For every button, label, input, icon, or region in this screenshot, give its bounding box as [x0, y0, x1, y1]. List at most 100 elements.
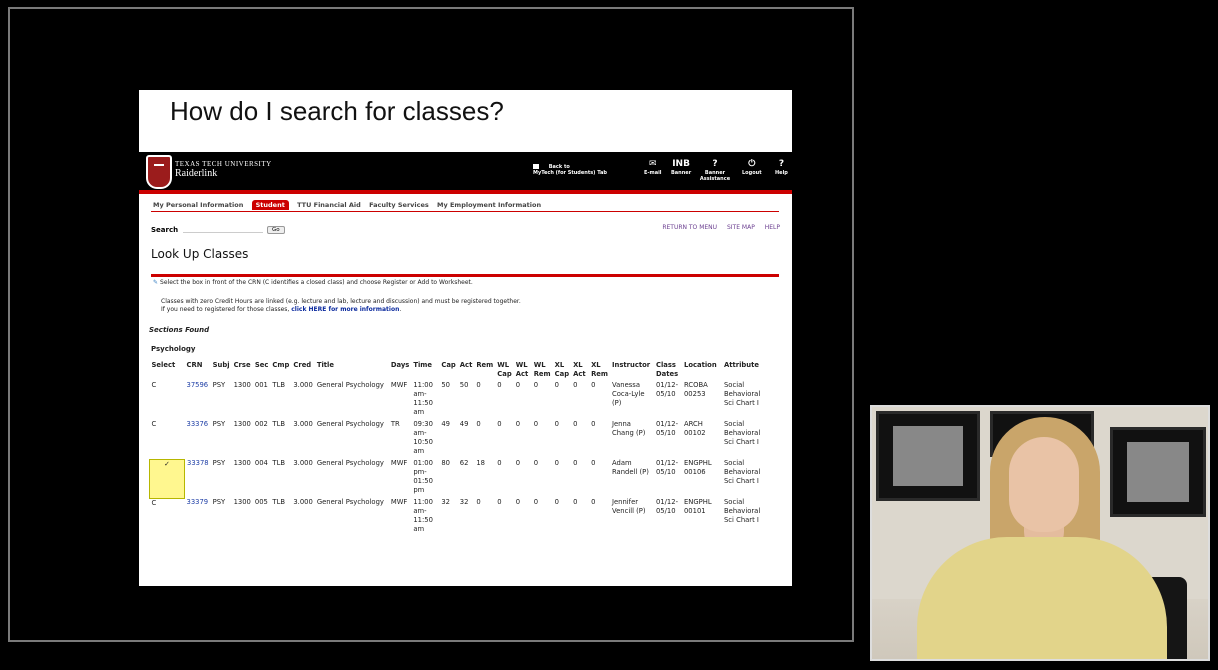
cell-act: 32	[459, 498, 469, 506]
tab-personal-information[interactable]: My Personal Information	[153, 201, 243, 209]
subject-heading: Psychology	[151, 345, 196, 353]
cell-time: 11:00 am-11:50 am	[413, 381, 433, 416]
inb-icon: INB	[672, 159, 690, 169]
cell-subj: PSY	[212, 498, 226, 506]
tab-faculty-services[interactable]: Faculty Services	[369, 201, 429, 209]
search-label: Search	[151, 226, 179, 234]
table-row: C 33376 PSY 1300 002 TLB 3.000 General Psycholo…	[150, 420, 764, 459]
cell-subj: PSY	[212, 459, 226, 467]
cell-rem: 0	[476, 420, 481, 428]
help-nav[interactable]: ? Help	[775, 158, 788, 176]
closed-indicator: C	[151, 420, 157, 428]
crn-link[interactable]: 33379	[185, 498, 211, 537]
presenter-jacket	[917, 537, 1167, 659]
col-cmp: Cmp	[272, 361, 290, 369]
cell-cmp: TLB	[272, 459, 286, 467]
cell-dates: 01/12-05/10	[655, 420, 679, 437]
cell-days: TR	[390, 420, 400, 428]
cell-cmp: TLB	[272, 498, 286, 506]
table-row: C 37596 PSY 1300 001 TLB 3.000 General Psycholo…	[150, 381, 764, 420]
cell-dates: 01/12-05/10	[655, 498, 679, 515]
cell-cred: 3.000	[293, 420, 313, 428]
banner-assistance-nav[interactable]: ? Banner Assistance	[699, 158, 731, 182]
cell-xlact: 0	[573, 381, 578, 389]
banner-nav[interactable]: INB Banner	[671, 158, 691, 176]
cell-crse: 1300	[233, 498, 251, 506]
col-wl-rem: WL Rem	[533, 361, 551, 378]
email-nav[interactable]: ✉ E-mail	[644, 158, 662, 176]
col-act: Act	[459, 361, 473, 369]
cell-xlrem: 0	[591, 381, 596, 389]
crn-link[interactable]: 37596	[185, 381, 211, 420]
raiderlink-banner: TEXAS TECH UNIVERSITY Raiderlink Back to…	[139, 152, 792, 190]
cell-time: 09:30 am-10:50 am	[413, 420, 433, 455]
cell-instructor: Adam Randell (P)	[611, 459, 649, 476]
col-attribute: Attribute	[723, 361, 759, 369]
instructions-linked: Classes with zero Credit Hours are linke…	[161, 298, 521, 313]
cell-act: 50	[459, 381, 469, 389]
presenter-video	[870, 405, 1210, 661]
site-map-link[interactable]: SITE MAP	[727, 224, 755, 231]
envelope-icon: ✉	[648, 159, 657, 169]
cell-cap: 80	[441, 459, 450, 467]
question-icon: ?	[712, 159, 718, 169]
cell-location: ENGPHL 00101	[683, 498, 712, 515]
cell-cmp: TLB	[272, 381, 286, 389]
wall-photo-frame	[876, 411, 980, 501]
col-class-dates: Class Dates	[655, 361, 679, 378]
cell-attribute: Social Behavioral Sci Chart I	[723, 498, 761, 524]
cell-dates: 01/12-05/10	[655, 381, 679, 398]
col-subj: Subj	[212, 361, 230, 369]
cell-cred: 3.000	[293, 459, 313, 467]
cell-sec: 004	[254, 459, 268, 467]
tab-student[interactable]: Student	[251, 200, 289, 210]
cell-xlcap: 0	[554, 459, 559, 467]
cell-cred: 3.000	[293, 498, 313, 506]
return-to-menu-link[interactable]: RETURN TO MENU	[662, 224, 717, 231]
back-to-mytech-link[interactable]: Back to MyTech (for Students) Tab	[533, 164, 633, 176]
cell-xlcap: 0	[554, 381, 559, 389]
cell-location: RCOBA 00253	[683, 381, 708, 398]
table-row: C 33379 PSY 1300 005 TLB 3.000 General Psycholo…	[150, 498, 764, 537]
col-title: Title	[316, 361, 334, 369]
cell-subj: PSY	[212, 420, 226, 428]
cell-attribute: Social Behavioral Sci Chart I	[723, 420, 761, 446]
cell-time: 01:00 pm-01:50 pm	[413, 459, 433, 494]
col-xl-rem: XL Rem	[591, 361, 608, 378]
instructions-line1: ✎ Select the box in front of the CRN (C i…	[153, 279, 473, 286]
cell-wlrem: 0	[533, 381, 539, 389]
cell-title: General Psychology	[316, 381, 384, 389]
cell-cap: 49	[441, 420, 450, 428]
main-tabs: My Personal Information Student TTU Fina…	[153, 200, 547, 210]
col-cap: Cap	[441, 361, 456, 369]
cell-cmp: TLB	[272, 420, 286, 428]
go-button[interactable]: Go	[267, 226, 285, 234]
app-name: Raiderlink	[175, 168, 218, 179]
col-location: Location	[683, 361, 717, 369]
cell-days: MWF	[390, 498, 408, 506]
cell-sec: 005	[254, 498, 268, 506]
presenter-face	[1009, 437, 1079, 532]
cell-title: General Psychology	[316, 459, 384, 467]
cell-wlrem: 0	[533, 498, 539, 506]
crn-link[interactable]: 33378	[185, 459, 211, 498]
crn-link[interactable]: 33376	[185, 420, 211, 459]
click-here-link[interactable]: click HERE for more information	[291, 306, 399, 313]
help-link[interactable]: HELP	[765, 224, 780, 231]
col-wl-act: WL Act	[515, 361, 529, 378]
cell-location: ARCH 00102	[683, 420, 706, 437]
cell-cap: 50	[441, 381, 450, 389]
logout-nav[interactable]: ⏻ Logout	[742, 158, 762, 176]
cell-xlrem: 0	[591, 420, 596, 428]
select-checkbox[interactable]: ✓	[149, 458, 185, 499]
cell-cred: 3.000	[293, 381, 313, 389]
col-sec: Sec	[254, 361, 269, 369]
tab-financial-aid[interactable]: TTU Financial Aid	[297, 201, 361, 209]
ttu-shield-icon	[146, 155, 172, 189]
tab-employment-information[interactable]: My Employment Information	[437, 201, 541, 209]
search-input[interactable]	[183, 224, 263, 233]
cell-sec: 002	[254, 420, 268, 428]
logout-icon: ⏻	[748, 159, 756, 169]
page-title: Look Up Classes	[151, 247, 249, 261]
col-crn: CRN	[186, 361, 203, 369]
